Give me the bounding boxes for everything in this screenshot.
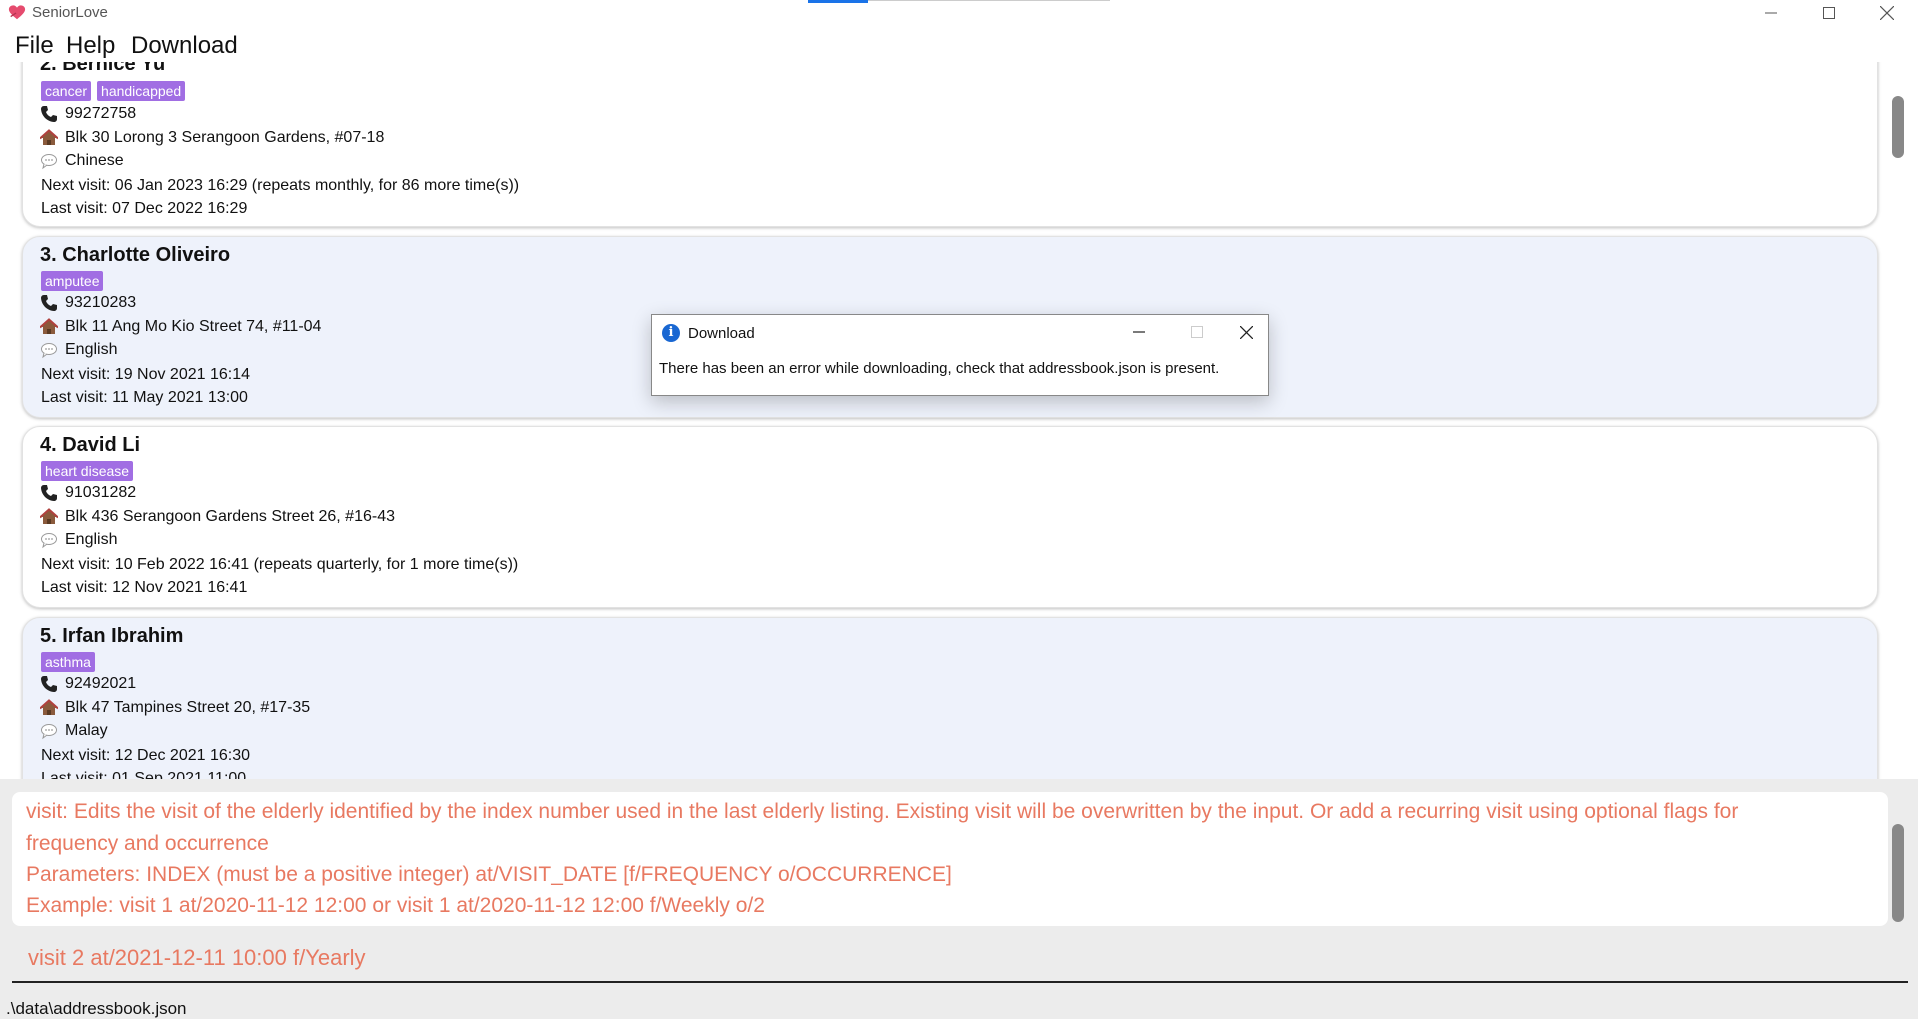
language-field: English bbox=[40, 531, 117, 549]
person-name: 5. Irfan Ibrahim bbox=[40, 625, 184, 647]
speech-bubble-icon bbox=[41, 724, 57, 740]
title-accent-line bbox=[868, 0, 1110, 1]
menu-file[interactable]: File bbox=[15, 32, 54, 60]
list-scrollbar-thumb[interactable] bbox=[1892, 96, 1904, 158]
language-text: English bbox=[65, 531, 118, 548]
tag-row: asthma bbox=[41, 652, 95, 672]
status-file-path: .\data\addressbook.json bbox=[6, 999, 187, 1018]
tag-row: amputee bbox=[41, 271, 104, 291]
house-icon bbox=[40, 318, 58, 334]
tag: cancer bbox=[41, 81, 92, 101]
person-card[interactable]: 4. David Li heart disease 91031282 Blk 4… bbox=[22, 426, 1878, 608]
last-visit: Last visit: 12 Nov 2021 16:41 bbox=[41, 579, 248, 596]
last-visit: Last visit: 01 Sep 2021 11:00 bbox=[41, 770, 247, 779]
title-bar: SeniorLove bbox=[0, 0, 1918, 26]
close-icon bbox=[1880, 6, 1894, 20]
address-text: Blk 47 Tampines Street 20, #17-35 bbox=[65, 699, 311, 716]
next-visit: Next visit: 10 Feb 2022 16:41 (repeats q… bbox=[41, 556, 519, 573]
address-text: Blk 30 Lorong 3 Serangoon Gardens, #07-1… bbox=[65, 129, 385, 146]
speech-bubble-icon bbox=[41, 533, 57, 549]
result-line: visit: Edits the visit of the elderly id… bbox=[26, 800, 1739, 823]
address-field: Blk 436 Serangoon Gardens Street 26, #16… bbox=[40, 508, 395, 526]
title-accent bbox=[808, 0, 868, 3]
language-field: English bbox=[40, 341, 117, 359]
language-text: Chinese bbox=[65, 152, 124, 169]
result-display: visit: Edits the visit of the elderly id… bbox=[12, 792, 1888, 926]
command-input[interactable]: visit 2 at/2021-12-11 10:00 f/Yearly bbox=[28, 945, 366, 971]
person-card[interactable]: 2. Bernice Yu cancer handicapped 9927275… bbox=[22, 62, 1878, 227]
phone-field: 93210283 bbox=[40, 294, 136, 312]
tag-row: heart disease bbox=[41, 461, 134, 481]
info-icon: i bbox=[662, 324, 680, 342]
next-visit: Next visit: 06 Jan 2023 16:29 (repeats m… bbox=[41, 177, 520, 194]
phone-icon bbox=[41, 295, 57, 311]
dialog-close-button[interactable] bbox=[1226, 319, 1266, 345]
next-visit: Next visit: 19 Nov 2021 16:14 bbox=[41, 366, 251, 383]
last-visit: Last visit: 11 May 2021 13:00 bbox=[41, 389, 248, 406]
house-icon bbox=[40, 508, 58, 524]
phone-field: 92492021 bbox=[40, 675, 136, 693]
person-name: 2. Bernice Yu bbox=[40, 62, 166, 75]
maximize-button[interactable] bbox=[1800, 0, 1858, 26]
minimize-icon bbox=[1133, 331, 1145, 333]
tag: handicapped bbox=[97, 81, 186, 101]
house-icon bbox=[40, 129, 58, 145]
dialog-message: There has been an error while downloadin… bbox=[659, 360, 1220, 377]
address-field: Blk 11 Ang Mo Kio Street 74, #11-04 bbox=[40, 318, 321, 336]
result-scrollbar-thumb[interactable] bbox=[1892, 824, 1904, 922]
language-text: English bbox=[65, 341, 118, 358]
phone-number: 93210283 bbox=[65, 294, 137, 311]
tag-row: cancer handicapped bbox=[41, 81, 186, 101]
menu-download[interactable]: Download bbox=[131, 32, 238, 60]
phone-icon bbox=[41, 676, 57, 692]
person-name: 3. Charlotte Oliveiro bbox=[40, 244, 231, 266]
command-underline bbox=[12, 981, 1908, 983]
person-card[interactable]: 5. Irfan Ibrahim asthma 92492021 Blk 47 … bbox=[22, 617, 1878, 779]
phone-icon bbox=[41, 106, 57, 122]
minimize-icon bbox=[1765, 12, 1777, 14]
window-title: SeniorLove bbox=[32, 4, 108, 21]
address-field: Blk 47 Tampines Street 20, #17-35 bbox=[40, 699, 310, 717]
dialog-maximize-button bbox=[1177, 319, 1217, 345]
house-icon bbox=[40, 699, 58, 715]
tag: amputee bbox=[41, 271, 104, 291]
next-visit: Next visit: 12 Dec 2021 16:30 bbox=[41, 747, 251, 764]
elderly-list[interactable]: 2. Bernice Yu cancer handicapped 9927275… bbox=[0, 62, 1918, 779]
last-visit: Last visit: 07 Dec 2022 16:29 bbox=[41, 200, 248, 217]
phone-icon bbox=[41, 485, 57, 501]
minimize-button[interactable] bbox=[1742, 0, 1800, 26]
phone-field: 99272758 bbox=[40, 105, 136, 123]
address-text: Blk 436 Serangoon Gardens Street 26, #16… bbox=[65, 508, 395, 525]
tag: asthma bbox=[41, 652, 95, 672]
speech-bubble-icon bbox=[41, 154, 57, 170]
result-line: frequency and occurrence bbox=[26, 832, 269, 855]
person-name: 4. David Li bbox=[40, 434, 141, 456]
address-field: Blk 30 Lorong 3 Serangoon Gardens, #07-1… bbox=[40, 129, 384, 147]
dialog-title: Download bbox=[688, 325, 755, 342]
tag: heart disease bbox=[41, 461, 134, 481]
language-field: Malay bbox=[40, 722, 108, 740]
maximize-icon bbox=[1191, 326, 1203, 338]
dialog-minimize-button[interactable] bbox=[1119, 319, 1159, 345]
maximize-icon bbox=[1823, 7, 1835, 19]
menu-help[interactable]: Help bbox=[66, 32, 115, 60]
language-field: Chinese bbox=[40, 152, 124, 170]
speech-bubble-icon bbox=[41, 343, 57, 359]
result-line: Parameters: INDEX (must be a positive in… bbox=[26, 863, 952, 886]
close-button[interactable] bbox=[1858, 0, 1916, 26]
address-text: Blk 11 Ang Mo Kio Street 74, #11-04 bbox=[65, 318, 322, 335]
phone-field: 91031282 bbox=[40, 484, 136, 502]
language-text: Malay bbox=[65, 722, 108, 739]
phone-number: 92492021 bbox=[65, 675, 137, 692]
menu-bar: File Help Download bbox=[0, 26, 1918, 62]
close-icon bbox=[1239, 325, 1253, 339]
result-line: Example: visit 1 at/2020-11-12 12:00 or … bbox=[26, 894, 765, 917]
phone-number: 99272758 bbox=[65, 105, 137, 122]
download-dialog[interactable]: i Download There has been an error while… bbox=[651, 314, 1269, 396]
heart-logo-icon bbox=[8, 5, 26, 20]
phone-number: 91031282 bbox=[65, 484, 137, 501]
list-scrollbar-track[interactable] bbox=[1888, 62, 1910, 779]
